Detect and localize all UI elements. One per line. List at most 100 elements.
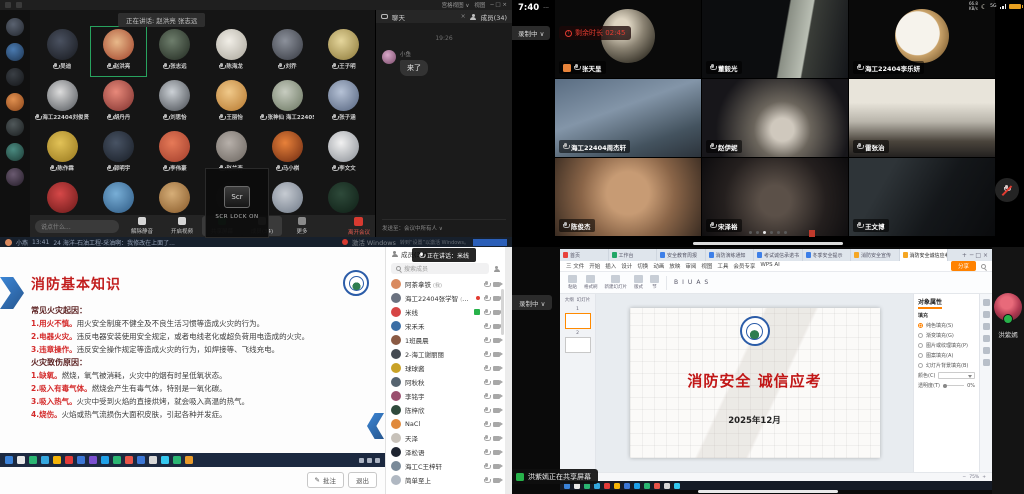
home-indicator[interactable] <box>698 490 838 493</box>
member-row[interactable]: 简单至上 <box>386 473 505 487</box>
video-tile[interactable]: 宋泽裕 <box>702 158 848 236</box>
taskbar-app-icon[interactable] <box>29 456 37 464</box>
ribbon-tool-button[interactable]: 节 <box>650 275 659 291</box>
annotate-button[interactable]: ✎批注 <box>307 472 344 488</box>
participant-tile[interactable]: 刘思怡 <box>147 77 203 128</box>
participant-tile[interactable]: 王子明 <box>316 26 372 77</box>
member-row[interactable]: 米线 <box>386 305 505 319</box>
toolbar-button[interactable]: 更多 <box>282 216 322 236</box>
participant-tile[interactable]: 胡丹丹 <box>90 77 146 128</box>
fill-option[interactable]: 渐变填充(G) <box>918 332 975 339</box>
window-controls[interactable]: + ─ □ × <box>948 249 992 261</box>
mini-avatar[interactable] <box>6 68 24 86</box>
search-input[interactable]: 搜索成员 <box>391 263 489 274</box>
panel-icon[interactable] <box>983 323 990 330</box>
mic-icon[interactable] <box>484 337 489 344</box>
search-icon[interactable] <box>981 264 986 269</box>
slide-thumbnail[interactable] <box>565 337 591 353</box>
mic-icon[interactable] <box>484 281 489 288</box>
scrollbar[interactable] <box>501 289 504 335</box>
participant-tile[interactable]: 郭明宇 <box>90 128 146 179</box>
zoom-controls[interactable]: − 75% + <box>962 475 986 480</box>
taskbar-app-icon[interactable] <box>634 483 640 489</box>
add-member-icon[interactable] <box>493 266 500 272</box>
tab-slides[interactable]: 幻灯片 <box>577 297 591 303</box>
participant-tile[interactable]: 李文文 <box>316 128 372 179</box>
home-indicator[interactable] <box>693 242 843 245</box>
taskbar-app-icon[interactable] <box>654 483 660 489</box>
camera-icon[interactable] <box>493 324 500 329</box>
camera-icon[interactable] <box>493 338 500 343</box>
camera-icon[interactable] <box>493 366 500 371</box>
meeting-info-icon[interactable] <box>16 2 22 8</box>
slide-thumbnail-selected[interactable] <box>565 313 591 329</box>
ribbon-menu-item[interactable]: 设计 <box>621 262 632 270</box>
mini-avatar[interactable] <box>6 118 24 136</box>
participant-tile[interactable]: 赵洪亮 <box>90 26 146 77</box>
wps-document-tab[interactable]: 消防安全诚信应考 <box>900 249 949 261</box>
wps-document-tab[interactable]: 安全教育周报 <box>657 249 706 261</box>
taskbar-app-icon[interactable] <box>137 456 145 464</box>
taskbar-app-icon[interactable] <box>644 483 650 489</box>
video-tile[interactable]: 赵伊妮 <box>702 79 848 157</box>
notify-text[interactable]: 24 海洋-石油工程-采油啊：我修改在上面了... <box>53 238 175 247</box>
member-row[interactable]: 海工22404张学智(主持人) <box>386 291 505 305</box>
wps-document-tab[interactable]: 消防演练通知 <box>706 249 755 261</box>
member-row[interactable]: 阿茶拿铁(我) <box>386 277 505 291</box>
fill-option[interactable]: 纯色填充(S) <box>918 322 975 329</box>
file-menu[interactable]: 三 文件 <box>566 262 584 270</box>
member-row[interactable]: 天泽 <box>386 431 505 445</box>
member-row[interactable]: 海工C王梓轩 <box>386 459 505 473</box>
panel-icon[interactable] <box>983 347 990 354</box>
camera-icon[interactable] <box>493 296 500 301</box>
member-row[interactable]: 陈梓欣 <box>386 403 505 417</box>
mute-mic-button[interactable] <box>995 178 1019 202</box>
camera-icon[interactable] <box>493 380 500 385</box>
alpha-slider[interactable] <box>943 385 964 386</box>
format-button[interactable]: B <box>674 279 678 286</box>
panel-icon[interactable] <box>983 335 990 342</box>
mic-icon[interactable] <box>484 393 489 400</box>
taskbar-app-icon[interactable] <box>125 456 133 464</box>
taskbar-app-icon[interactable] <box>77 456 85 464</box>
participant-tile[interactable]: 张子涵 <box>316 77 372 128</box>
ribbon-menu-item[interactable]: 会员专享 <box>733 262 755 270</box>
mic-icon[interactable] <box>484 435 489 442</box>
new-tab-button[interactable]: + <box>962 252 967 259</box>
taskbar-app-icon[interactable] <box>89 456 97 464</box>
format-button[interactable]: U <box>688 279 692 286</box>
ribbon-menu-item[interactable]: 动画 <box>653 262 664 270</box>
wps-document-tab[interactable]: 考试诚信承诺书 <box>754 249 803 261</box>
participant-tile[interactable]: 李伟豪 <box>147 128 203 179</box>
participant-tile[interactable]: 海工22404刘俊贤 <box>34 77 90 128</box>
member-row[interactable]: 宋禾禾 <box>386 319 505 333</box>
mic-icon[interactable] <box>484 449 489 456</box>
member-row[interactable]: 泽松语 <box>386 445 505 459</box>
taskbar-app-icon[interactable] <box>664 483 670 489</box>
camera-icon[interactable] <box>493 352 500 357</box>
mic-icon[interactable] <box>484 295 489 302</box>
camera-icon[interactable] <box>493 310 500 315</box>
taskbar-app-icon[interactable] <box>65 456 73 464</box>
leave-meeting-button[interactable]: 离开会议 <box>348 217 370 236</box>
mic-icon[interactable] <box>484 463 489 470</box>
participant-tile[interactable]: 陈海龙 <box>203 26 259 77</box>
camera-icon[interactable] <box>493 464 500 469</box>
reply-button[interactable] <box>473 239 507 246</box>
wps-document-tab[interactable]: 消防安全宣传 <box>851 249 900 261</box>
camera-icon[interactable] <box>493 394 500 399</box>
mic-icon[interactable] <box>484 379 489 386</box>
mic-icon[interactable] <box>484 477 489 484</box>
mic-icon[interactable] <box>484 323 489 330</box>
member-row[interactable]: 李铭宇 <box>386 389 505 403</box>
member-row[interactable]: 1班晨晨 <box>386 333 505 347</box>
participant-tile[interactable]: 张志远 <box>147 26 203 77</box>
member-row[interactable]: 球球酱 <box>386 361 505 375</box>
ribbon-menu-item[interactable]: 审阅 <box>685 262 696 270</box>
fill-option[interactable]: 幻灯片背景填充(B) <box>918 362 975 369</box>
taskbar-app-icon[interactable] <box>185 456 193 464</box>
taskbar-app-icon[interactable] <box>101 456 109 464</box>
camera-icon[interactable] <box>493 450 500 455</box>
wps-document-tab[interactable]: 工作台 <box>609 249 658 261</box>
chat-quick-input[interactable]: 说点什么... <box>35 220 119 233</box>
